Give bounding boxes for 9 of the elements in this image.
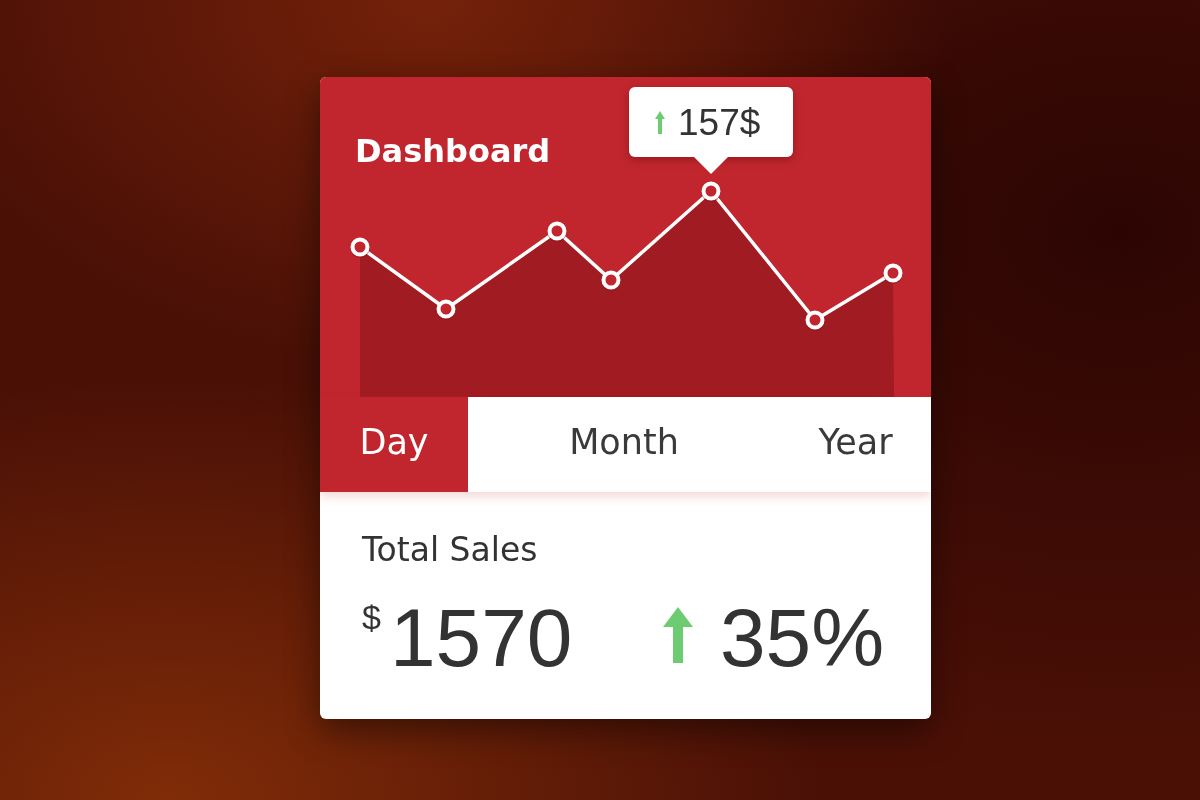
sales-amount: 1570 [389,597,573,679]
period-tab[interactable]: Month [468,397,780,492]
currency-symbol: $ [362,600,381,634]
change-percent: 35% [720,597,885,679]
total-sales-label: Total Sales [362,530,538,570]
tooltip-value: 157$ [678,103,761,141]
period-tab[interactable]: Year [780,397,931,492]
period-tab[interactable]: Day [320,397,468,492]
dashboard-title: Dashboard [355,131,551,171]
